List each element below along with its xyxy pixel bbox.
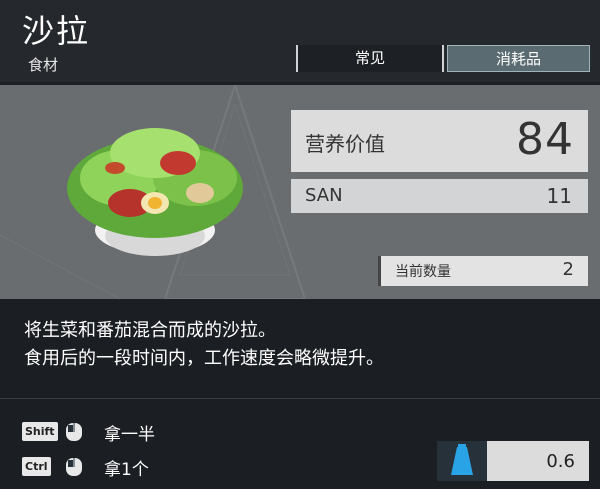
item-description: 将生菜和番茄混合而成的沙拉。 食用后的一段时间内，工作速度会略微提升。 <box>24 317 384 373</box>
quantity-label: 当前数量 <box>395 264 451 280</box>
shift-key: Shift <box>22 422 58 441</box>
weight-indicator: 0.6 <box>437 441 589 481</box>
description-line-2: 食用后的一段时间内，工作速度会略微提升。 <box>24 348 384 369</box>
take-half-label: 拿一半 <box>104 425 155 445</box>
divider <box>0 398 600 399</box>
ctrl-key: Ctrl <box>22 457 51 476</box>
item-category: 食材 <box>28 56 59 74</box>
tag-common: 常见 <box>296 45 444 72</box>
mouse-icon <box>66 423 82 441</box>
item-header: 沙拉 食材 常见 消耗品 <box>0 0 600 82</box>
item-title: 沙拉 <box>22 12 91 50</box>
nutrition-stat: 营养价值 84 <box>291 110 588 172</box>
nutrition-label: 营养价值 <box>305 132 385 156</box>
take-one-label: 拿1个 <box>104 460 149 480</box>
quantity-value: 2 <box>562 259 574 280</box>
quantity-stat: 当前数量 2 <box>378 256 588 286</box>
weight-icon <box>437 441 487 481</box>
san-value: 11 <box>546 184 572 208</box>
mouse-icon <box>66 458 82 476</box>
weight-value: 0.6 <box>546 451 575 472</box>
take-half-hint[interactable]: Shift 拿一半 <box>22 420 222 445</box>
nutrition-value: 84 <box>516 114 574 165</box>
tag-consumable: 消耗品 <box>447 45 590 72</box>
description-line-1: 将生菜和番茄混合而成的沙拉。 <box>24 320 276 341</box>
salad-image <box>67 128 243 256</box>
san-stat: SAN 11 <box>291 179 588 213</box>
san-label: SAN <box>305 185 343 206</box>
take-one-hint[interactable]: Ctrl 拿1个 <box>22 455 222 480</box>
